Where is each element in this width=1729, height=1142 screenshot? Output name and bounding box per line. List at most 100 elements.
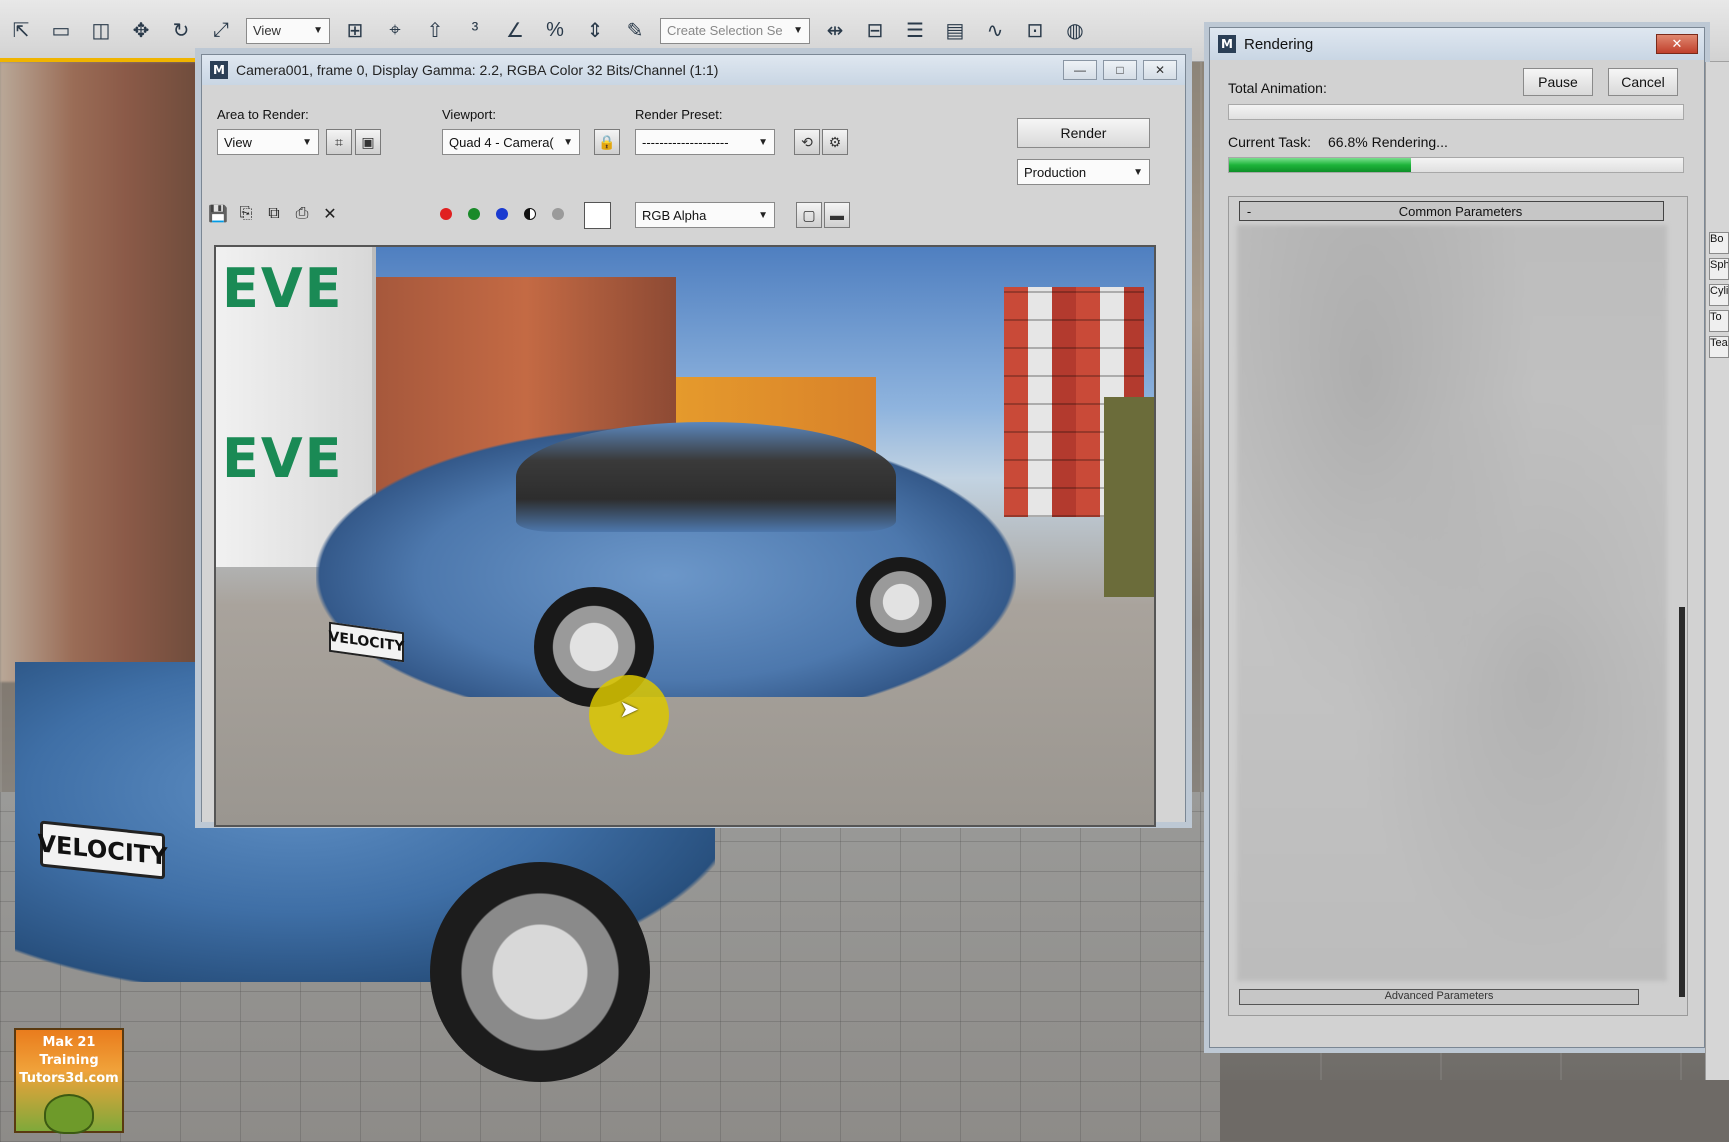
current-task-label: Current Task:	[1228, 134, 1311, 150]
alpha-channel-icon[interactable]	[524, 208, 536, 220]
watermark-logo: Mak 21 Training Tutors3d.com	[14, 1028, 124, 1134]
max-app-icon: M	[210, 61, 228, 79]
logo-line-2: Tutors3d.com	[19, 1071, 119, 1086]
move-icon[interactable]: ✥	[126, 16, 156, 46]
copy-image-icon[interactable]: ⎘	[234, 203, 258, 225]
render-button[interactable]: Render	[1017, 118, 1150, 148]
align-icon[interactable]: ⊟	[860, 16, 890, 46]
red-channel-icon[interactable]	[440, 208, 452, 220]
render-rear-wheel	[856, 557, 946, 647]
spinner-snap-icon[interactable]: ⇕	[580, 16, 610, 46]
viewport-label: Viewport:	[442, 107, 496, 122]
command-panel-item[interactable]: Tea	[1709, 336, 1729, 358]
viewport-select[interactable]: Quad 4 - Camera(▼	[442, 129, 580, 155]
pivot-center-icon[interactable]: ⊞	[340, 16, 370, 46]
common-parameters-rollout[interactable]: - Common Parameters	[1239, 201, 1664, 221]
container-lettering-top: EVE	[222, 257, 344, 320]
render-car-cabin	[516, 422, 896, 532]
angle-snap-icon[interactable]: ∠	[500, 16, 530, 46]
advanced-parameters-rollout[interactable]: Advanced Parameters	[1239, 989, 1639, 1005]
parameters-scrollbar[interactable]	[1679, 607, 1685, 997]
print-image-icon[interactable]: ⎙	[290, 203, 314, 225]
render-setup-icon[interactable]: ⟲	[794, 129, 820, 155]
production-select[interactable]: Production ▼	[1017, 159, 1150, 185]
render-preset-select[interactable]: -------------------- ▼	[635, 129, 775, 155]
render-preset-label: Render Preset:	[635, 107, 723, 122]
command-panel-item[interactable]: To	[1709, 310, 1729, 332]
toggle-ui-overlay-icon[interactable]: ▢	[796, 202, 822, 228]
color-swatch[interactable]	[584, 202, 611, 229]
close-button[interactable]: ✕	[1143, 60, 1177, 80]
clear-image-icon[interactable]: ✕	[318, 203, 342, 225]
rollout-collapse-icon: -	[1246, 203, 1252, 219]
mouse-cursor-icon: ➤	[619, 696, 640, 723]
active-viewport-highlight	[0, 58, 200, 62]
viewport-containers	[0, 62, 210, 682]
production-value: Production	[1024, 164, 1087, 180]
named-selection-set-value: Create Selection Se	[667, 23, 783, 38]
current-task-status: 66.8% Rendering...	[1328, 134, 1448, 150]
material-editor-icon[interactable]: ◍	[1060, 16, 1090, 46]
curve-editor-icon[interactable]: ∿	[980, 16, 1010, 46]
reference-coordinate-select[interactable]: View ▼	[246, 17, 330, 44]
rectangle-selection-icon[interactable]: ▭	[46, 16, 76, 46]
render-preset-value: --------------------	[642, 134, 729, 150]
current-task-progress	[1228, 157, 1684, 173]
rendering-dialog-titlebar[interactable]: M Rendering ✕	[1210, 28, 1704, 60]
total-animation-label: Total Animation:	[1228, 80, 1327, 96]
current-task-progress-fill	[1229, 158, 1411, 172]
rotate-icon[interactable]: ↻	[166, 16, 196, 46]
window-crossing-icon[interactable]: ◫	[86, 16, 116, 46]
max-app-icon: M	[1218, 35, 1236, 53]
clone-window-icon[interactable]: ⧉	[262, 203, 286, 225]
display-channel-value: RGB Alpha	[642, 207, 707, 223]
area-to-render-select[interactable]: View ▼	[217, 129, 319, 155]
teapot-icon	[44, 1094, 94, 1134]
logo-line-1: Mak 21 Training	[39, 1035, 99, 1068]
edit-named-selection-icon[interactable]: ✎	[620, 16, 650, 46]
maximize-button[interactable]: □	[1103, 60, 1137, 80]
frame-window-title: Camera001, frame 0, Display Gamma: 2.2, …	[236, 62, 719, 78]
monochrome-icon[interactable]	[552, 208, 564, 220]
mirror-icon[interactable]: ⇹	[820, 16, 850, 46]
cancel-button[interactable]: Cancel	[1608, 68, 1678, 96]
render-green-container	[1104, 397, 1154, 597]
save-image-icon[interactable]: 💾	[206, 203, 230, 225]
pause-button[interactable]: Pause	[1523, 68, 1593, 96]
frame-window-body: Area to Render: View ▼ ⌗ ▣ Viewport: Quad…	[202, 85, 1185, 827]
scene-explorer-icon[interactable]: ▤	[940, 16, 970, 46]
command-panel-item[interactable]: Cyli	[1709, 284, 1729, 306]
area-to-render-label: Area to Render:	[217, 107, 309, 122]
scale-icon[interactable]: ⤢	[206, 16, 236, 46]
command-panel-item[interactable]: Sph	[1709, 258, 1729, 280]
named-selection-set-select[interactable]: Create Selection Se ▼	[660, 17, 810, 44]
green-channel-icon[interactable]	[468, 208, 480, 220]
environment-effects-icon[interactable]: ⚙	[822, 129, 848, 155]
frame-window-titlebar[interactable]: M Camera001, frame 0, Display Gamma: 2.2…	[202, 55, 1185, 85]
edit-region-icon[interactable]: ⌗	[326, 129, 352, 155]
select-object-icon[interactable]: ⇱	[6, 16, 36, 46]
lock-icon[interactable]: 🔒	[594, 129, 620, 155]
rendered-frame-window: M Camera001, frame 0, Display Gamma: 2.2…	[201, 54, 1186, 827]
select-manipulate-icon[interactable]: ⌖	[380, 16, 410, 46]
layer-manager-icon[interactable]: ☰	[900, 16, 930, 46]
total-animation-progress	[1228, 104, 1684, 120]
schematic-view-icon[interactable]: ⊡	[1020, 16, 1050, 46]
minimize-button[interactable]: —	[1063, 60, 1097, 80]
render-parameters-panel: - Common Parameters Advanced Parameters	[1228, 196, 1688, 1016]
keyboard-shortcut-icon[interactable]: ⇧	[420, 16, 450, 46]
toggle-ui-icon[interactable]: ▬	[824, 202, 850, 228]
display-channel-select[interactable]: RGB Alpha ▼	[635, 202, 775, 228]
rendered-image[interactable]: EVE EVE VELOCITY ➤	[214, 245, 1156, 827]
viewport-value: Quad 4 - Camera(	[449, 134, 554, 150]
percent-snap-icon[interactable]: %	[540, 16, 570, 46]
rendering-dialog: M Rendering ✕ Total Animation: Pause Can…	[1209, 27, 1705, 1048]
rendering-close-button[interactable]: ✕	[1656, 34, 1698, 54]
command-panel: Bo Sph Cyli To Tea	[1705, 62, 1729, 1080]
common-parameters-title: Common Parameters	[1398, 203, 1523, 219]
command-panel-item[interactable]: Bo	[1709, 232, 1729, 254]
rendering-dialog-title: Rendering	[1244, 35, 1314, 53]
auto-region-icon[interactable]: ▣	[355, 129, 381, 155]
snaps-toggle-icon[interactable]: ³	[460, 16, 490, 46]
blue-channel-icon[interactable]	[496, 208, 508, 220]
